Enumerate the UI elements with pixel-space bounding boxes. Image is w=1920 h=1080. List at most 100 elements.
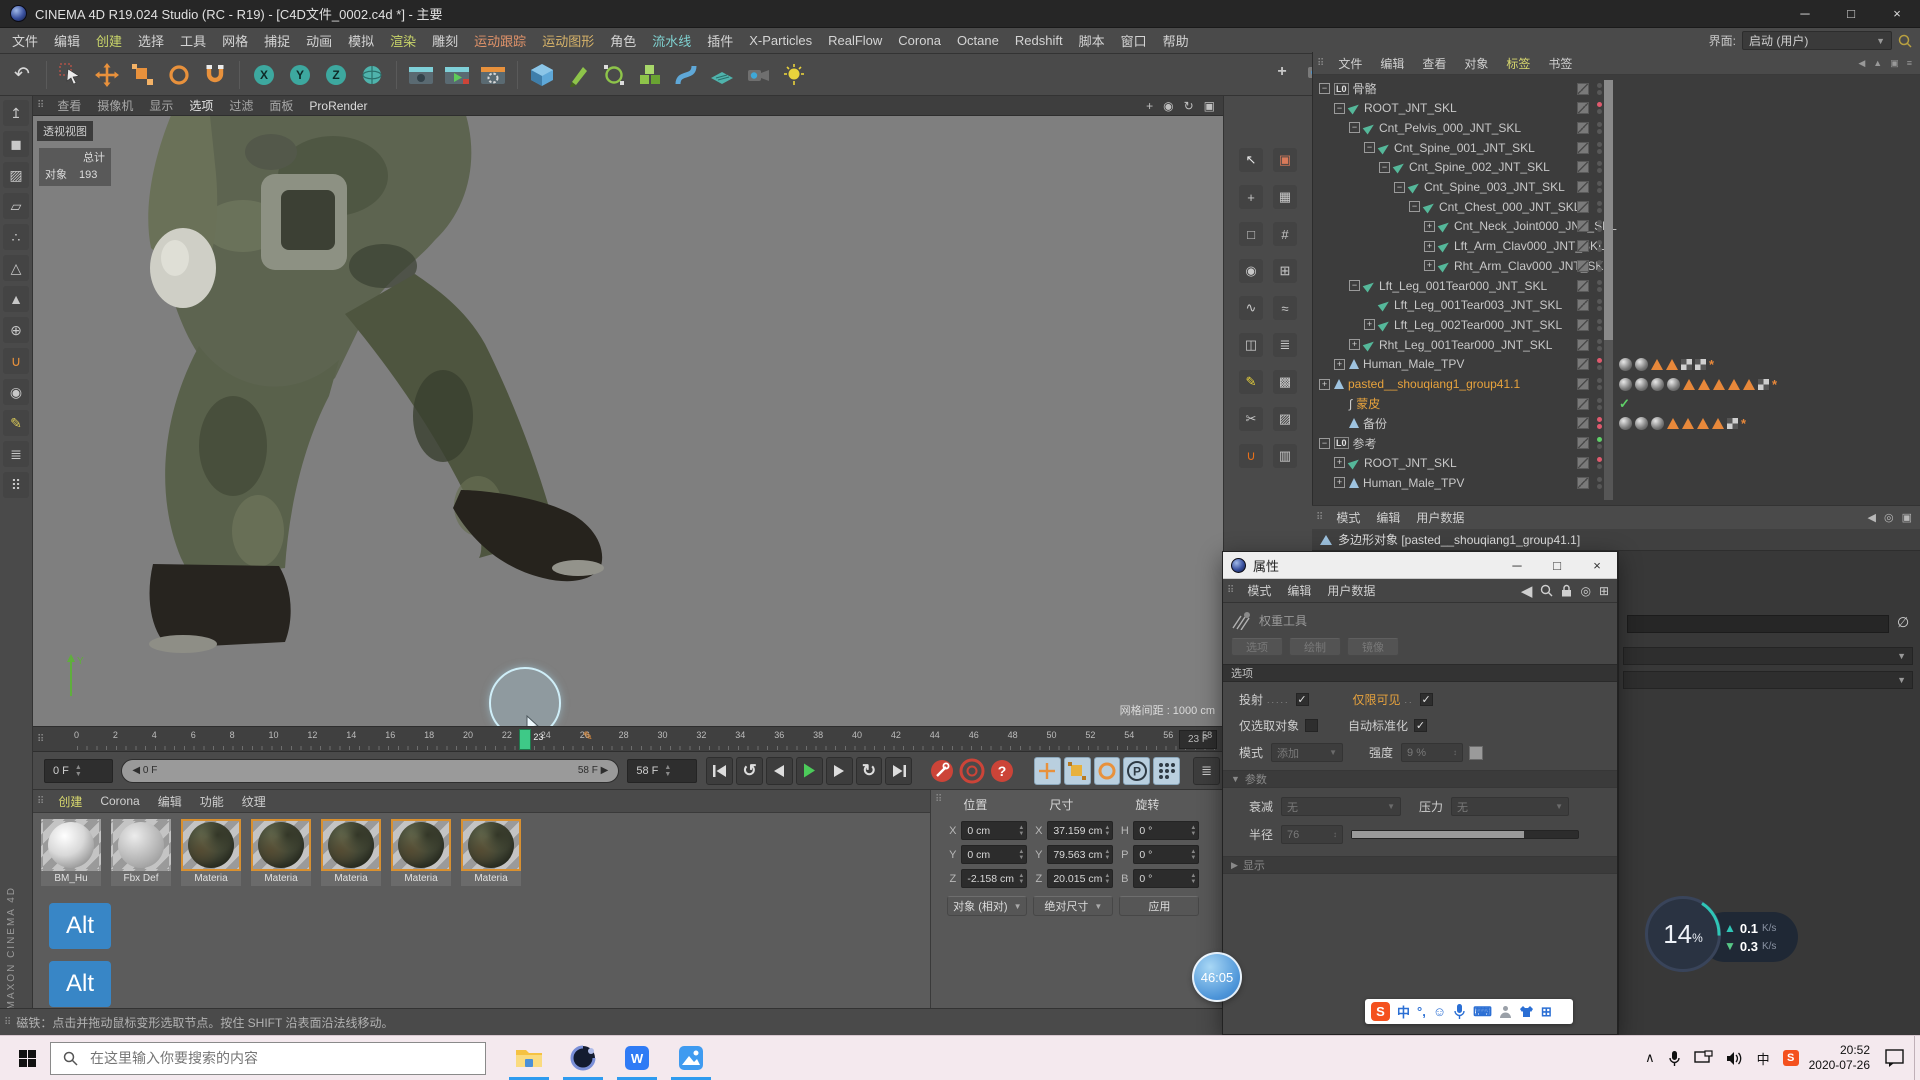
minimize-button[interactable]: ─: [1782, 0, 1828, 28]
props-menu-0[interactable]: 模式: [1247, 582, 1271, 599]
material-item[interactable]: Materia: [461, 819, 523, 886]
display-icon[interactable]: [1694, 1050, 1713, 1066]
palette-tool-icon[interactable]: ▨: [1273, 407, 1297, 431]
tree-row[interactable]: 备份*: [1313, 414, 1920, 433]
selection-tag-icon[interactable]: [1666, 359, 1678, 370]
menu-item-11[interactable]: 运动跟踪: [474, 31, 526, 50]
layer-toggle[interactable]: [1577, 378, 1589, 390]
tree-row[interactable]: −Cnt_Spine_002_JNT_SKL: [1313, 158, 1920, 177]
menu-item-4[interactable]: 工具: [180, 31, 206, 50]
falloff-dropdown[interactable]: 无▼: [1281, 797, 1401, 816]
wps-icon[interactable]: W: [614, 1036, 660, 1080]
selected-only-checkbox[interactable]: [1305, 719, 1318, 732]
palette-tool-icon[interactable]: □: [1239, 222, 1263, 246]
move-tool[interactable]: [91, 59, 123, 91]
menu-item-6[interactable]: 捕捉: [264, 31, 290, 50]
pan-view-icon[interactable]: +: [1266, 56, 1298, 88]
properties-title-bar[interactable]: 属性 ─ □ ×: [1223, 552, 1617, 579]
list-icon[interactable]: ≣: [3, 441, 29, 467]
material-item[interactable]: Materia: [321, 819, 383, 886]
tree-row[interactable]: +Lft_Leg_002Tear000_JNT_SKL: [1313, 315, 1920, 334]
properties-close-button[interactable]: ×: [1577, 552, 1617, 579]
goto-end-button[interactable]: [885, 757, 912, 785]
solo-mode-icon[interactable]: ◉: [3, 379, 29, 405]
search-icon[interactable]: [1540, 584, 1553, 597]
pan-view-icon[interactable]: +: [1146, 99, 1153, 113]
visibility-dots[interactable]: [1597, 358, 1602, 370]
am-menu-2[interactable]: 用户数据: [1416, 509, 1464, 526]
tree-row[interactable]: −ROOT_JNT_SKL: [1313, 99, 1920, 118]
expand-icon[interactable]: +: [1334, 457, 1345, 468]
key-position-toggle[interactable]: [1034, 757, 1061, 785]
material-item[interactable]: BM_Hu: [41, 819, 103, 886]
timeline-mode-button[interactable]: ≣: [1193, 757, 1220, 785]
menu-item-7[interactable]: 动画: [306, 31, 332, 50]
visible-only-checkbox[interactable]: ✓: [1420, 693, 1433, 706]
make-editable-icon[interactable]: ↥: [3, 100, 29, 126]
expand-icon[interactable]: +: [1319, 379, 1330, 390]
layer-toggle[interactable]: [1577, 220, 1589, 232]
start-button[interactable]: [19, 1050, 36, 1067]
visibility-dots[interactable]: [1597, 83, 1602, 95]
viewport-menu-2[interactable]: 显示: [149, 97, 173, 114]
action-center-icon[interactable]: [1884, 1048, 1906, 1068]
coord-value-field[interactable]: 37.159 cm▲▼: [1047, 821, 1113, 840]
previous-frame-button[interactable]: [766, 757, 793, 785]
expand-icon[interactable]: +: [1424, 241, 1435, 252]
material-thumbnail[interactable]: [391, 819, 451, 871]
palette-tool-icon[interactable]: ◫: [1239, 333, 1263, 357]
edges-mode-icon[interactable]: △: [3, 255, 29, 281]
object-manager-menu-item-1[interactable]: 编辑: [1380, 55, 1404, 72]
ime-indicator[interactable]: 中: [1757, 1049, 1770, 1068]
viewport-menu-5[interactable]: 面板: [269, 97, 293, 114]
layer-toggle[interactable]: [1577, 83, 1589, 95]
tree-row[interactable]: −Lft_Leg_001Tear000_JNT_SKL: [1313, 276, 1920, 295]
selection-tag-icon[interactable]: [1728, 379, 1740, 390]
material-item[interactable]: Fbx Def: [111, 819, 173, 886]
props-menu-grip[interactable]: ⠿: [1227, 585, 1233, 596]
material-thumbnail[interactable]: [461, 819, 521, 871]
auto-normalize-checkbox[interactable]: ✓: [1414, 719, 1427, 732]
key-parameter-toggle[interactable]: P: [1123, 757, 1150, 785]
viewport[interactable]: Y ⠿查看摄像机显示选项过滤面板ProRender+◉↻▣ 透视视图 总计 对象…: [33, 96, 1223, 726]
tree-row[interactable]: +ROOT_JNT_SKL: [1313, 453, 1920, 472]
viewport-menu-0[interactable]: 查看: [57, 97, 81, 114]
uvw-tag-icon[interactable]: [1681, 359, 1692, 370]
lock-x-axis-button[interactable]: X: [248, 59, 280, 91]
render-picture-viewer-button[interactable]: [441, 59, 473, 91]
speed-percent-bubble[interactable]: 14 %: [1645, 896, 1721, 972]
tree-row[interactable]: +Human_Male_TPV*: [1313, 355, 1920, 374]
add-camera-button[interactable]: [742, 59, 774, 91]
visibility-dots[interactable]: [1597, 240, 1602, 252]
sogou-logo-icon[interactable]: S: [1371, 1002, 1390, 1021]
lock-y-axis-button[interactable]: Y: [284, 59, 316, 91]
viewport-menu-grip[interactable]: ⠿: [37, 100, 43, 111]
layer-toggle[interactable]: [1577, 142, 1589, 154]
menu-item-13[interactable]: 角色: [610, 31, 636, 50]
menu-item-8[interactable]: 模拟: [348, 31, 374, 50]
collapse-icon[interactable]: −: [1349, 122, 1360, 133]
selection-tag-icon[interactable]: [1743, 379, 1755, 390]
om-corner-icon-0[interactable]: ◀: [1858, 58, 1865, 69]
material-thumbnail[interactable]: [181, 819, 241, 871]
object-manager-menu-item-3[interactable]: 对象: [1464, 55, 1488, 72]
props-menu-1[interactable]: 编辑: [1287, 582, 1311, 599]
tree-row[interactable]: −Cnt_Pelvis_000_JNT_SKL: [1313, 118, 1920, 137]
menu-item-21[interactable]: 脚本: [1079, 31, 1105, 50]
texture-tag-icon[interactable]: [1619, 358, 1632, 371]
expand-icon[interactable]: +: [1424, 221, 1435, 232]
live-selection-tool[interactable]: [55, 59, 87, 91]
record-keyframe-button[interactable]: [929, 758, 955, 784]
layer-toggle[interactable]: [1577, 358, 1589, 370]
interface-select[interactable]: 启动 (用户)▼: [1742, 31, 1892, 50]
palette-tool-icon[interactable]: ∪: [1239, 444, 1263, 468]
toolbox-icon[interactable]: ⊞: [1541, 1004, 1552, 1020]
magnet-tool[interactable]: [199, 59, 231, 91]
attribute-object-row[interactable]: 多边形对象 [pasted__shouqiang1_group41.1]: [1312, 529, 1920, 551]
hidden-icons-chevron[interactable]: ∧: [1645, 1050, 1655, 1066]
maximize-button[interactable]: □: [1828, 0, 1874, 28]
object-manager-scrollbar[interactable]: [1604, 80, 1613, 500]
options-section-bar[interactable]: 选项: [1223, 664, 1617, 682]
cast-checkbox[interactable]: ✓: [1296, 693, 1309, 706]
params-section-bar[interactable]: ▼参数: [1223, 770, 1617, 788]
